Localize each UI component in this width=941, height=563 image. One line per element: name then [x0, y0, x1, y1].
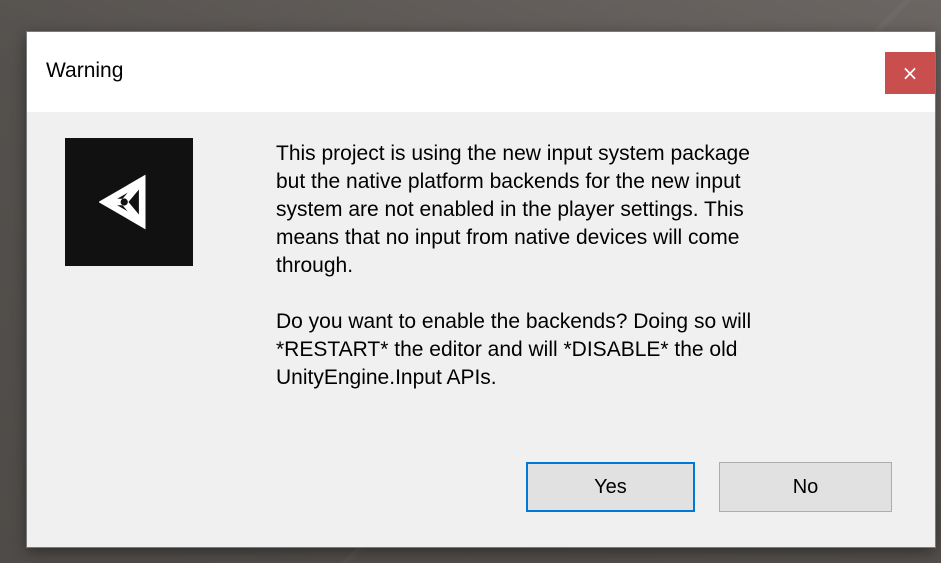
yes-button[interactable]: Yes — [526, 462, 695, 512]
message-paragraph-2: Do you want to enable the backends? Doin… — [276, 310, 752, 389]
dialog-titlebar: Warning × — [27, 32, 935, 112]
unity-logo-tile — [65, 138, 193, 266]
close-button[interactable]: × — [885, 52, 935, 94]
dialog-title: Warning — [46, 59, 124, 82]
message-paragraph-1: This project is using the new input syst… — [276, 142, 750, 277]
warning-dialog: Warning × This project is using the new … — [27, 32, 935, 547]
close-icon: × — [901, 61, 919, 85]
dialog-message: This project is using the new input syst… — [276, 140, 886, 392]
no-button[interactable]: No — [719, 462, 892, 512]
unity-logo-icon — [99, 174, 146, 230]
